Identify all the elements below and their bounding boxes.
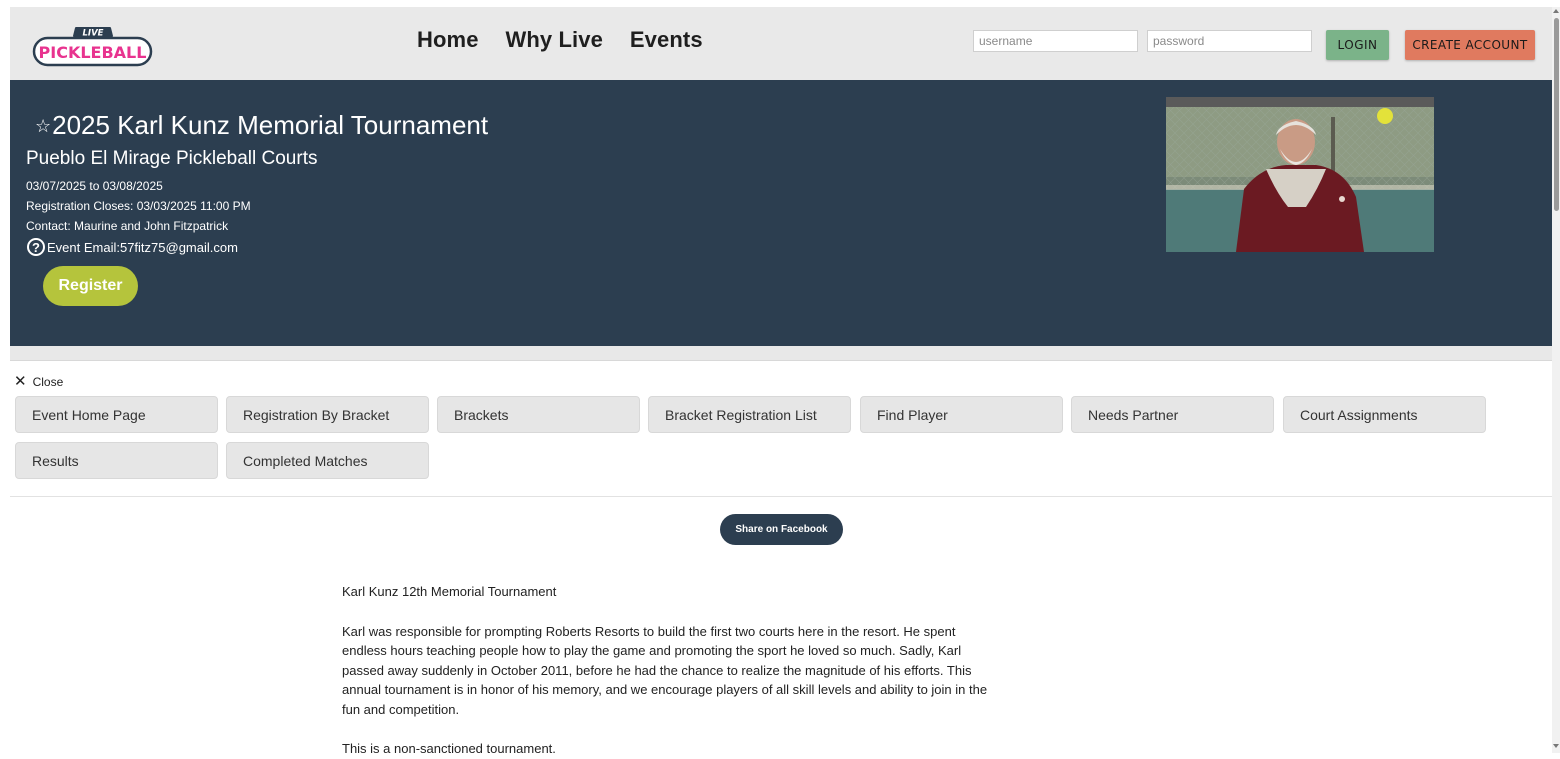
description-note: This is a non-sanctioned tournament. [342,741,556,756]
player-photo-image [1166,97,1434,252]
menu-find-player[interactable]: Find Player [860,396,1063,433]
event-email: ? Event Email:57fitz75@gmail.com [27,238,238,256]
hero-divider-band [10,346,1552,360]
event-title: ☆2025 Karl Kunz Memorial Tournament [35,110,488,141]
close-menu-link[interactable]: ✕ Close [14,374,63,389]
login-button[interactable]: LOGIN [1326,30,1389,60]
page-left-edge [0,7,10,753]
site-header: LIVE PICKLEBALL Home Why Live Events LOG… [10,7,1552,80]
menu-court-assignments[interactable]: Court Assignments [1283,396,1486,433]
menu-event-home-page[interactable]: Event Home Page [15,396,218,433]
menu-results[interactable]: Results [15,442,218,479]
menu-separator [10,496,1552,497]
menu-needs-partner[interactable]: Needs Partner [1071,396,1274,433]
hero-divider-line [10,360,1552,361]
event-contact: Contact: Maurine and John Fitzpatrick [26,219,229,233]
registration-closes: Registration Closes: 03/03/2025 11:00 PM [26,199,251,213]
event-title-text: 2025 Karl Kunz Memorial Tournament [52,110,489,140]
close-icon: ✕ [14,373,27,390]
help-circle-icon[interactable]: ? [27,238,45,256]
nav-home[interactable]: Home [417,27,479,53]
event-photo [1166,97,1434,252]
live-pickleball-logo[interactable]: LIVE PICKLEBALL [32,22,154,68]
description-paragraph: Karl was responsible for prompting Rober… [342,623,988,717]
close-label: Close [32,374,64,389]
event-email-text[interactable]: Event Email:57fitz75@gmail.com [47,240,238,255]
menu-bracket-registration-list[interactable]: Bracket Registration List [648,396,851,433]
logo-graphic: LIVE PICKLEBALL [32,27,153,67]
menu-registration-by-bracket[interactable]: Registration By Bracket [226,396,429,433]
nav-why-live[interactable]: Why Live [506,27,603,53]
event-dates: 03/07/2025 to 03/08/2025 [26,179,163,193]
menu-completed-matches[interactable]: Completed Matches [226,442,429,479]
event-description: Karl Kunz 12th Memorial Tournament Karl … [342,582,997,759]
username-input[interactable] [973,30,1138,52]
menu-brackets[interactable]: Brackets [437,396,640,433]
favorite-star-icon[interactable]: ☆ [35,116,51,136]
scroll-down-arrow-icon[interactable] [1553,744,1559,748]
window-top-gap [0,0,1560,7]
event-hero: ☆2025 Karl Kunz Memorial Tournament Pueb… [10,80,1552,346]
event-venue: Pueblo El Mirage Pickleball Courts [26,148,318,169]
main-nav: Home Why Live Events [417,27,703,53]
create-account-button[interactable]: CREATE ACCOUNT [1405,30,1535,60]
password-input[interactable] [1147,30,1312,52]
scrollbar-thumb[interactable] [1554,18,1559,211]
share-on-facebook-button[interactable]: Share on Facebook [720,514,843,545]
scroll-up-arrow-icon[interactable] [1553,9,1559,13]
logo-pickleball-text: PICKLEBALL [39,43,147,62]
nav-events[interactable]: Events [630,27,703,53]
register-button[interactable]: Register [43,266,138,306]
description-heading: Karl Kunz 12th Memorial Tournament [342,584,557,599]
